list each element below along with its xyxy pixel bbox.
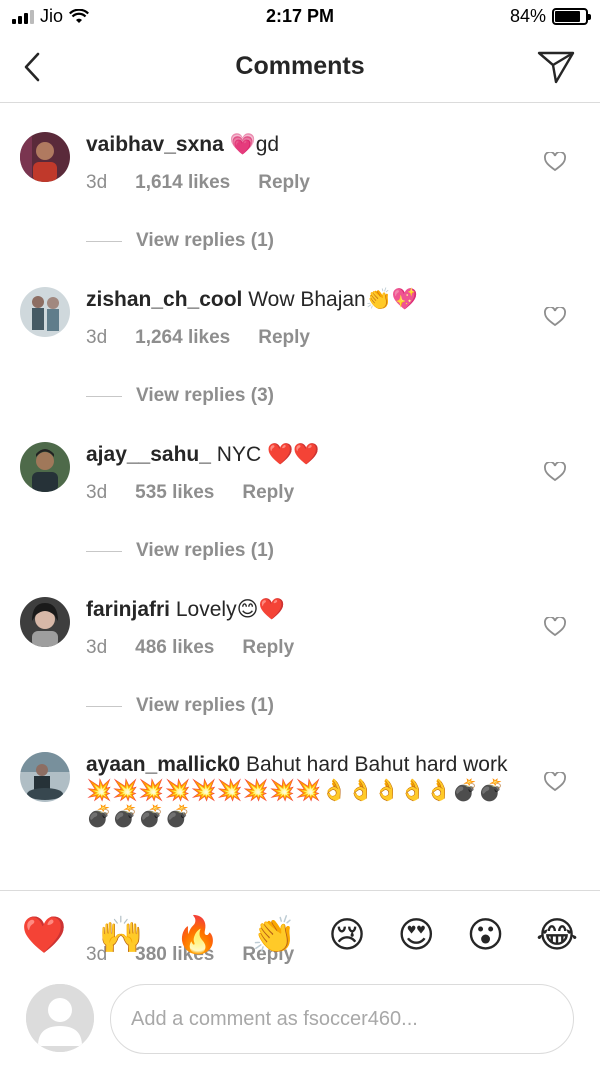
heart-outline-icon[interactable]: [544, 462, 566, 482]
status-right: 84%: [509, 6, 591, 27]
comment-body: NYC ❤️❤️: [210, 443, 320, 466]
page-title: Comments: [235, 52, 365, 80]
reply-button[interactable]: Reply: [258, 327, 310, 349]
comment-text: ayaan_mallick0 Bahut hard Bahut hard wor…: [86, 752, 530, 830]
avatar[interactable]: [20, 287, 70, 337]
comment-composer: [0, 980, 600, 1067]
divider: [86, 550, 122, 552]
divider: [86, 240, 122, 242]
avatar[interactable]: [20, 597, 70, 647]
comment-time: 3d: [86, 482, 108, 503]
comment-input[interactable]: [110, 984, 574, 1054]
comment-likes[interactable]: 1,264 likes: [135, 327, 230, 349]
comment-username[interactable]: farinjafri: [86, 598, 170, 621]
reply-button[interactable]: Reply: [242, 482, 294, 504]
comment-username[interactable]: zishan_ch_cool: [86, 288, 242, 311]
battery-icon: [552, 8, 591, 25]
user-avatar: [26, 984, 94, 1052]
emoji-surprised[interactable]: 😮: [467, 915, 505, 956]
comment-username[interactable]: vaibhav_sxna: [86, 133, 224, 156]
comment-likes[interactable]: 535 likes: [135, 482, 214, 504]
comment-text: zishan_ch_cool Wow Bhajan👏💖: [86, 287, 530, 313]
comment-text: vaibhav_sxna 💗gd: [86, 132, 530, 158]
comment-time: 3d: [86, 172, 108, 193]
paper-plane-icon[interactable]: [536, 48, 576, 86]
battery-fill: [555, 11, 581, 22]
emoji-heart-eyes[interactable]: 😍: [397, 915, 435, 956]
comment-body: Lovely😊❤️: [170, 598, 285, 621]
comment-meta: 3d 486 likes Reply: [86, 637, 294, 659]
comment-time: 3d: [86, 327, 108, 348]
view-replies-label: View replies (1): [136, 695, 274, 716]
heart-outline-icon[interactable]: [544, 617, 566, 637]
emoji-raised-hands[interactable]: 🙌: [98, 915, 143, 956]
comment-meta: 3d 535 likes Reply: [86, 482, 294, 504]
emoji-clap[interactable]: 👏: [252, 915, 297, 956]
divider: [86, 395, 122, 397]
battery-percent: 84%: [509, 6, 546, 26]
reply-button[interactable]: Reply: [258, 172, 310, 194]
comment-username[interactable]: ayaan_mallick0: [86, 753, 240, 776]
comment-text: ajay__sahu_ NYC ❤️❤️: [86, 442, 530, 468]
heart-outline-icon[interactable]: [544, 152, 566, 172]
view-replies-label: View replies (3): [136, 385, 274, 406]
comment-likes[interactable]: 1,614 likes: [135, 172, 230, 194]
comment-time: 3d: [86, 637, 108, 658]
avatar[interactable]: [20, 132, 70, 182]
emoji-heart[interactable]: ❤️: [22, 915, 67, 956]
view-replies-button[interactable]: View replies (1): [86, 540, 274, 562]
emoji-reaction-bar: ❤️ 🙌 🔥 👏 😢 😍 😮 😂: [0, 890, 600, 980]
status-bar: Jio 2:17 PM 84%: [0, 0, 600, 34]
header: Comments: [0, 34, 600, 103]
divider: [86, 705, 122, 707]
comment-username[interactable]: ajay__sahu_: [86, 443, 211, 466]
comment-text: farinjafri Lovely😊❤️: [86, 597, 530, 623]
avatar[interactable]: [20, 752, 70, 802]
emoji-fire[interactable]: 🔥: [175, 915, 220, 956]
emoji-crying[interactable]: 😢: [328, 915, 366, 956]
heart-outline-icon[interactable]: [544, 307, 566, 327]
view-replies-label: View replies (1): [136, 230, 274, 251]
reply-button[interactable]: Reply: [242, 637, 294, 659]
emoji-laughing[interactable]: 😂: [536, 915, 578, 956]
view-replies-button[interactable]: View replies (1): [86, 695, 274, 717]
view-replies-button[interactable]: View replies (3): [86, 385, 274, 407]
comment-meta: 3d 1,614 likes Reply: [86, 172, 310, 194]
comment-body: Wow Bhajan👏💖: [242, 288, 419, 311]
comment-body: 💗gd: [223, 133, 280, 156]
view-replies-label: View replies (1): [136, 540, 274, 561]
avatar[interactable]: [20, 442, 70, 492]
comment-meta: 3d 1,264 likes Reply: [86, 327, 310, 349]
heart-outline-icon[interactable]: [544, 772, 566, 792]
view-replies-button[interactable]: View replies (1): [86, 230, 274, 252]
comment-likes[interactable]: 486 likes: [135, 637, 214, 659]
